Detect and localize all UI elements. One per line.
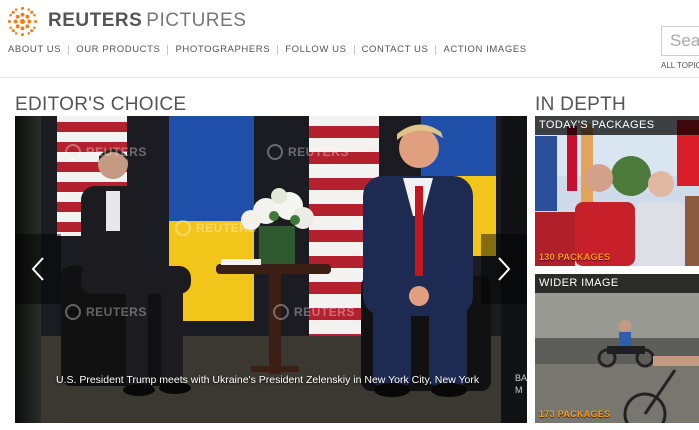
todays-packages-card[interactable]: TODAY'S PACKAGES 130 PACKAGES [535,116,699,266]
nav-divider [435,44,437,55]
nav-photographers[interactable]: PHOTOGRAPHERS [175,44,270,55]
carousel-prev-button[interactable] [15,234,61,304]
editors-choice-title: EDITOR'S CHOICE [15,94,187,115]
wider-image-photo [535,274,699,423]
reuters-logo-icon[interactable] [6,5,39,38]
todays-packages-photo [535,116,699,266]
all-topics-link[interactable]: ALL TOPIC [661,61,699,70]
hero-caption[interactable]: U.S. President Trump meets with Ukraine'… [56,374,516,386]
search-input[interactable] [661,26,699,56]
chevron-left-icon [31,257,44,281]
brand-light: PICTURES [146,10,247,31]
nav-follow-us[interactable]: FOLLOW US [285,44,346,55]
reuters-watermark-icon [175,220,191,236]
reuters-watermark-icon [273,304,289,320]
watermark: REUTERS [267,144,349,160]
nav-divider [167,44,169,55]
nav-divider [277,44,279,55]
watermark: REUTERS [65,144,147,160]
nav-contact-us[interactable]: CONTACT US [362,44,429,55]
watermark: REUTERS [273,304,355,320]
nav-our-products[interactable]: OUR PRODUCTS [76,44,160,55]
nav-divider [68,44,70,55]
brand-bold: REUTERS [48,10,143,31]
wider-image-card[interactable]: WIDER IMAGE 173 PACKAGES [535,274,699,423]
next-slide-caption-peek: BA M [515,373,527,395]
wider-image-label: WIDER IMAGE [535,274,699,293]
todays-packages-label: TODAY'S PACKAGES [535,116,699,135]
site-header: REUTERS PICTURES ABOUT US OUR PRODUCTS PH… [0,0,699,78]
nav-divider [353,44,355,55]
reuters-watermark-icon [65,144,81,160]
chevron-right-icon [498,257,511,281]
editors-choice-carousel[interactable]: REUTERS REUTERS REUTERS REUTERS REUTERS … [15,116,527,423]
todays-packages-count: 130 PACKAGES [539,252,611,262]
brand-name[interactable]: REUTERS PICTURES [48,10,246,32]
nav-about-us[interactable]: ABOUT US [8,44,61,55]
wider-image-count: 173 PACKAGES [539,409,611,419]
reuters-watermark-icon [267,144,283,160]
reuters-watermark-icon [65,304,81,320]
nav-action-images[interactable]: ACTION IMAGES [443,44,526,55]
watermark: REUTERS [175,220,257,236]
carousel-next-button[interactable] [481,234,527,304]
in-depth-title: IN DEPTH [535,94,627,115]
watermark: REUTERS [65,304,147,320]
main-nav: ABOUT US OUR PRODUCTS PHOTOGRAPHERS FOLL… [8,44,527,55]
